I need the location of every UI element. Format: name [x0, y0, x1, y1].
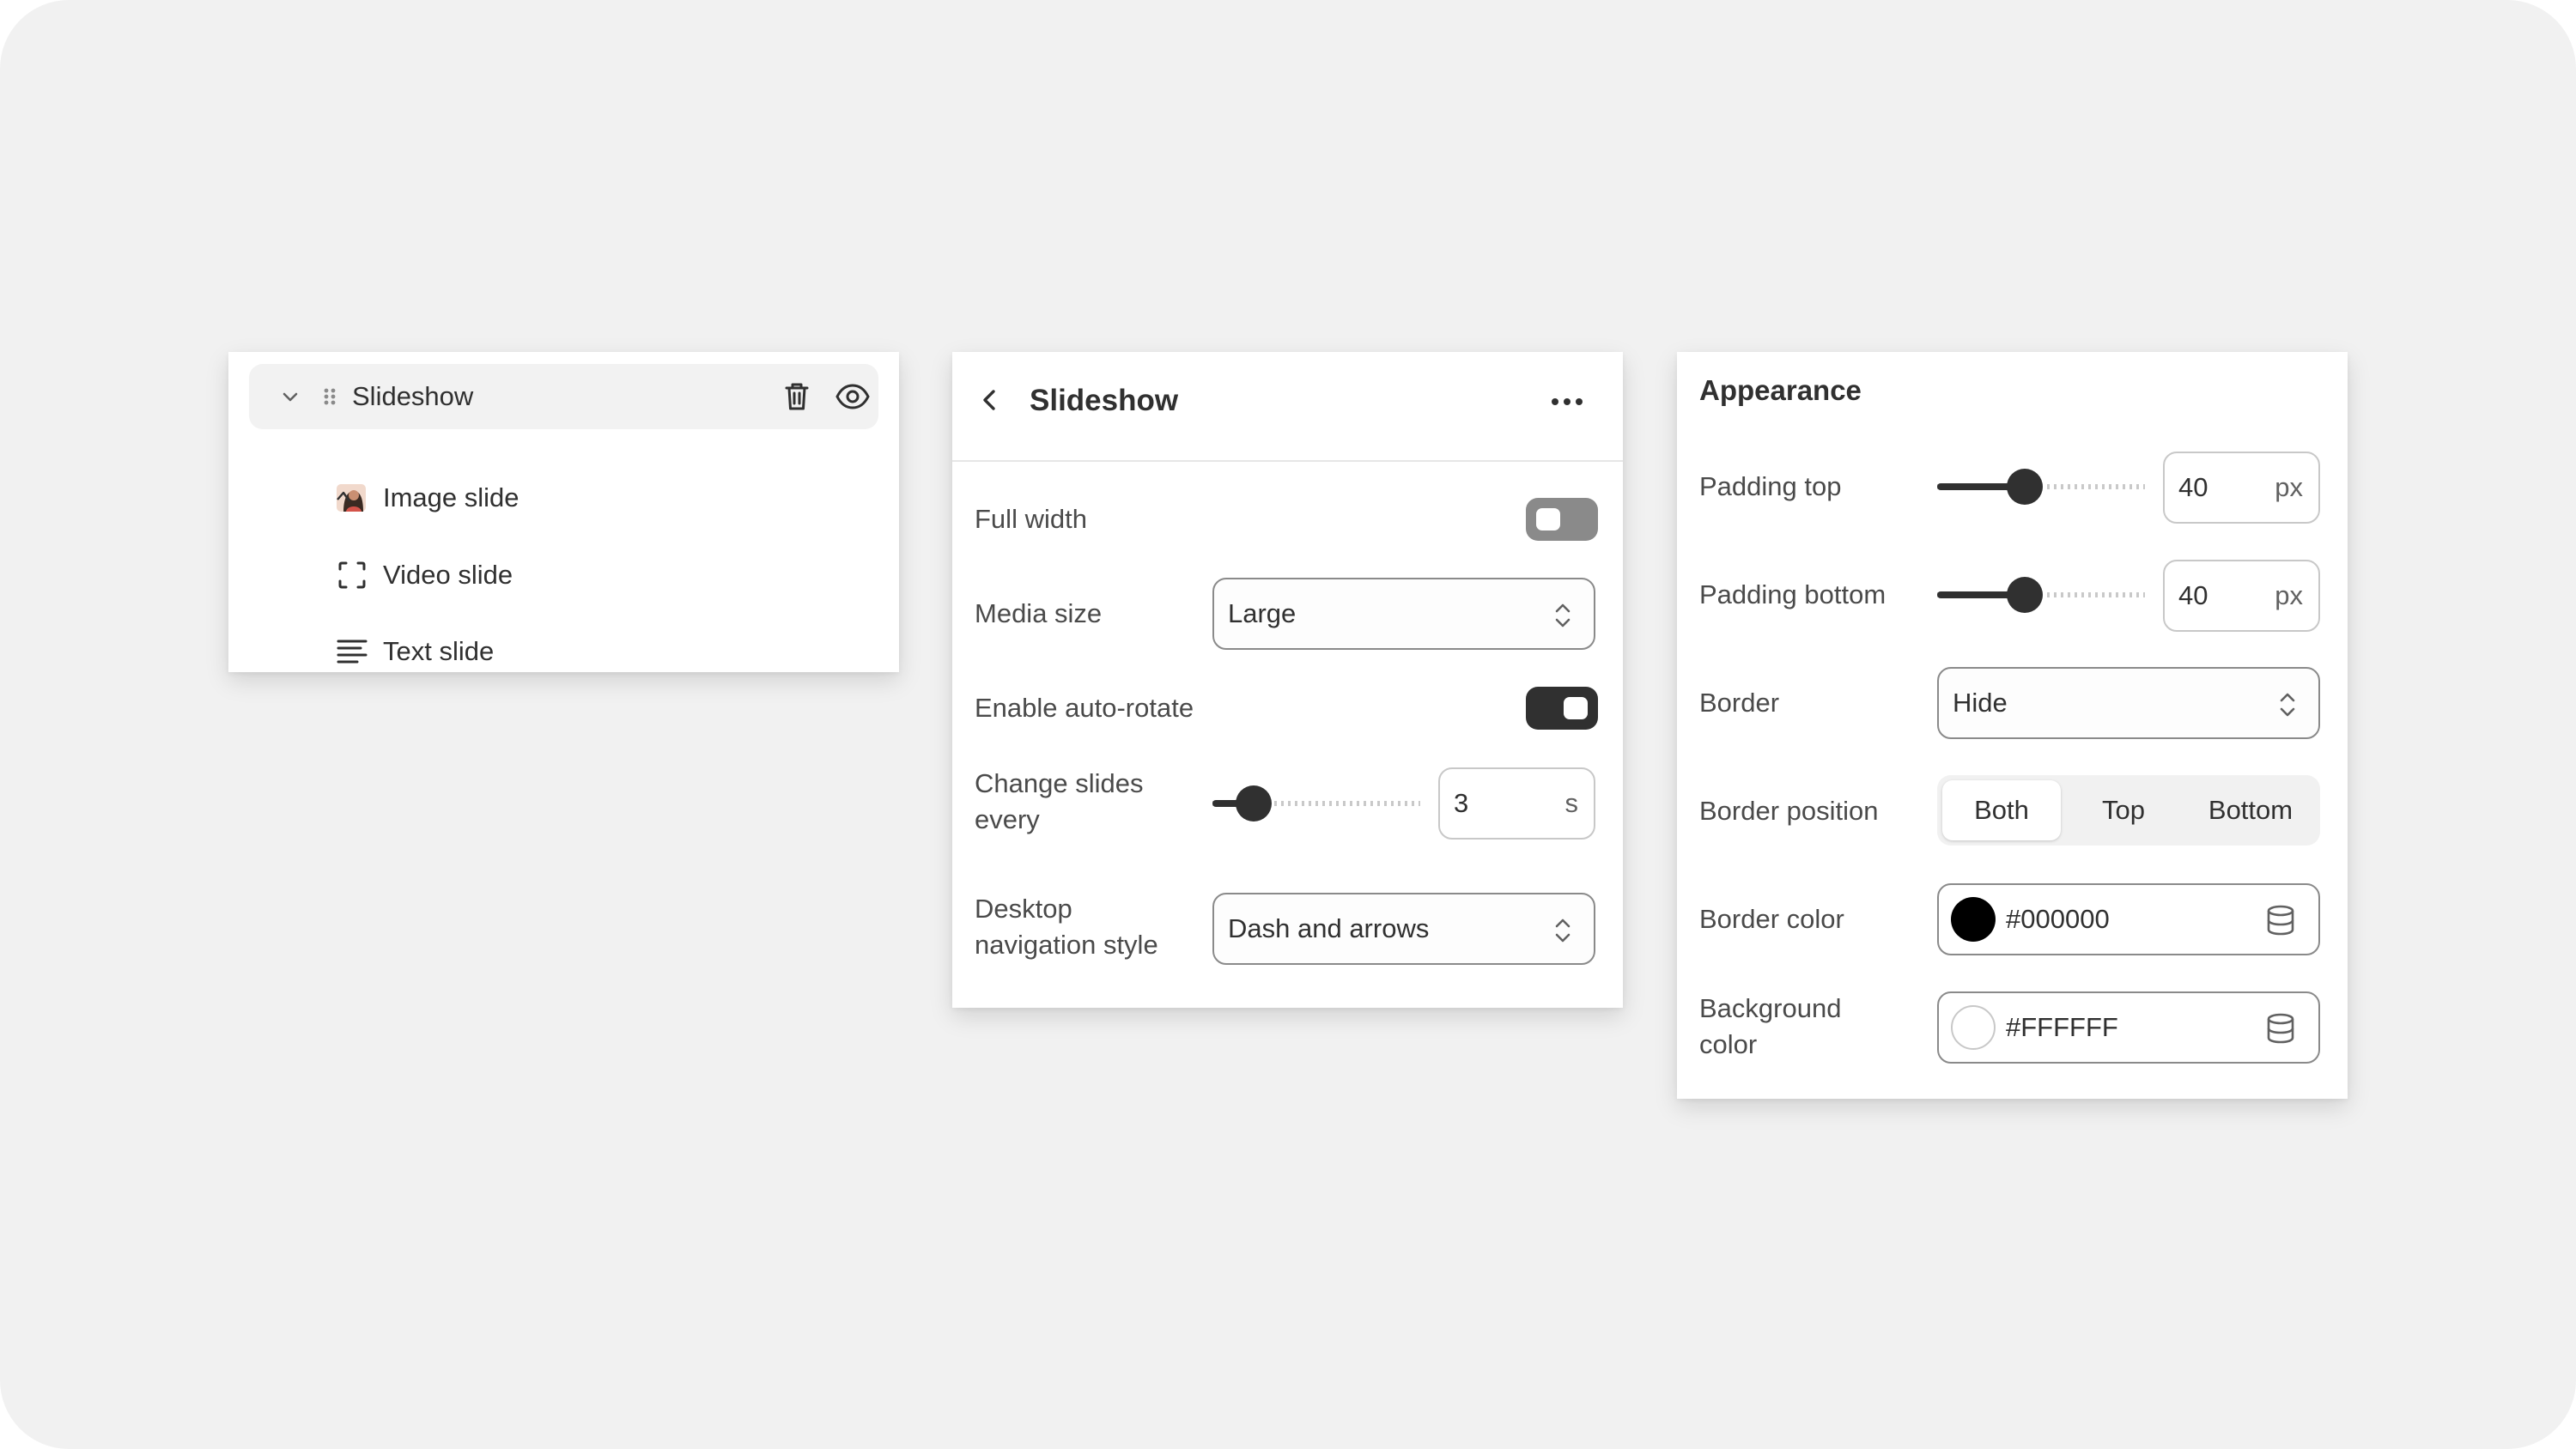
nav-style-value: Dash and arrows [1228, 913, 1430, 943]
border-position-both[interactable]: Both [1942, 780, 2061, 840]
back-arrow-icon[interactable] [975, 385, 1005, 415]
database-icon[interactable] [2265, 1012, 2296, 1045]
auto-rotate-toggle[interactable] [1526, 687, 1598, 730]
nav-style-label-line2: navigation style [975, 930, 1158, 960]
change-slides-slider[interactable] [1212, 782, 1420, 825]
padding-bottom-value: 40 [2178, 580, 2208, 610]
text-lines-icon [337, 640, 368, 664]
border-position-label: Border position [1699, 796, 1879, 826]
background-color-label: Background [1699, 993, 1842, 1023]
tree-item-text-slide[interactable]: Text slide [335, 626, 764, 677]
full-width-label: Full width [975, 504, 1087, 534]
tree-section-title: Slideshow [352, 381, 474, 411]
tree-item-label: Image slide [383, 482, 519, 512]
padding-top-input[interactable]: 40 px [2163, 452, 2320, 524]
padding-bottom-label: Padding bottom [1699, 579, 1886, 609]
change-slides-value: 3 [1454, 788, 1469, 818]
media-size-value: Large [1228, 598, 1297, 628]
more-options-icon[interactable] [1548, 386, 1586, 417]
slider-thumb[interactable] [1236, 785, 1272, 822]
tree-item-video-slide[interactable]: Video slide [335, 549, 764, 601]
appearance-panel: Appearance Padding top 40 px Padding bot… [1677, 352, 2348, 1099]
change-slides-label-line2: every [975, 804, 1040, 834]
border-position-top[interactable]: Top [2066, 780, 2181, 840]
tree-item-image-slide[interactable]: Image slide [335, 472, 764, 524]
background-color-value: #FFFFFF [2006, 1012, 2118, 1042]
nav-style-label: Desktop [975, 894, 1072, 924]
media-size-label: Media size [975, 598, 1103, 628]
video-frame-icon [338, 561, 366, 589]
border-label: Border [1699, 688, 1780, 718]
drag-handle-icon[interactable] [321, 386, 338, 407]
border-color-input[interactable]: #000000 [1937, 883, 2320, 955]
toggle-knob [1564, 697, 1588, 719]
select-arrows-icon [1555, 603, 1571, 627]
border-color-value: #000000 [2006, 904, 2110, 934]
auto-rotate-label: Enable auto-rotate [975, 693, 1194, 723]
slider-thumb[interactable] [2007, 577, 2043, 613]
eye-icon[interactable] [835, 381, 871, 412]
toggle-knob [1536, 508, 1560, 530]
change-slides-input[interactable]: 3 s [1438, 767, 1595, 840]
settings-header: Slideshow [952, 352, 1623, 462]
border-position-bottom[interactable]: Bottom [2186, 780, 2315, 840]
full-width-toggle[interactable] [1526, 498, 1598, 541]
select-arrows-icon [1555, 919, 1571, 943]
select-arrows-icon [2280, 693, 2295, 717]
slideshow-settings-panel: Slideshow Full width Media size Large En… [952, 352, 1623, 1008]
media-size-select[interactable]: Large [1212, 578, 1595, 650]
change-slides-unit: s [1564, 788, 1579, 818]
background-color-input[interactable]: #FFFFFF [1937, 991, 2320, 1064]
tree-item-label: Video slide [383, 560, 513, 590]
padding-top-slider[interactable] [1937, 465, 2145, 508]
background-color-label-line2: color [1699, 1029, 1758, 1059]
settings-title: Slideshow [1030, 384, 1179, 417]
border-select[interactable]: Hide [1937, 667, 2320, 739]
trash-icon[interactable] [780, 379, 814, 414]
padding-bottom-input[interactable]: 40 px [2163, 560, 2320, 632]
tree-item-label: Text slide [383, 636, 495, 666]
canvas: Slideshow Image slide Video slide Text s… [0, 0, 2576, 1449]
appearance-title: Appearance [1699, 374, 1862, 406]
chevron-down-icon[interactable] [280, 386, 301, 407]
padding-top-label: Padding top [1699, 471, 1842, 501]
tree-section-slideshow[interactable]: Slideshow [249, 364, 878, 429]
slider-thumb[interactable] [2007, 469, 2043, 505]
padding-top-value: 40 [2178, 472, 2208, 502]
padding-bottom-unit: px [2275, 580, 2303, 610]
border-value: Hide [1953, 688, 2008, 718]
border-color-label: Border color [1699, 904, 1844, 934]
padding-top-unit: px [2275, 472, 2303, 502]
padding-bottom-slider[interactable] [1937, 573, 2145, 616]
border-position-segmented: Both Top Bottom [1937, 775, 2320, 846]
change-slides-label: Change slides [975, 768, 1144, 798]
color-swatch[interactable] [1951, 897, 1996, 942]
database-icon[interactable] [2265, 904, 2296, 937]
image-thumbnail-icon [337, 484, 366, 512]
nav-style-select[interactable]: Dash and arrows [1212, 893, 1595, 965]
section-tree-panel: Slideshow Image slide Video slide Text s… [228, 352, 899, 672]
color-swatch[interactable] [1951, 1005, 1996, 1050]
